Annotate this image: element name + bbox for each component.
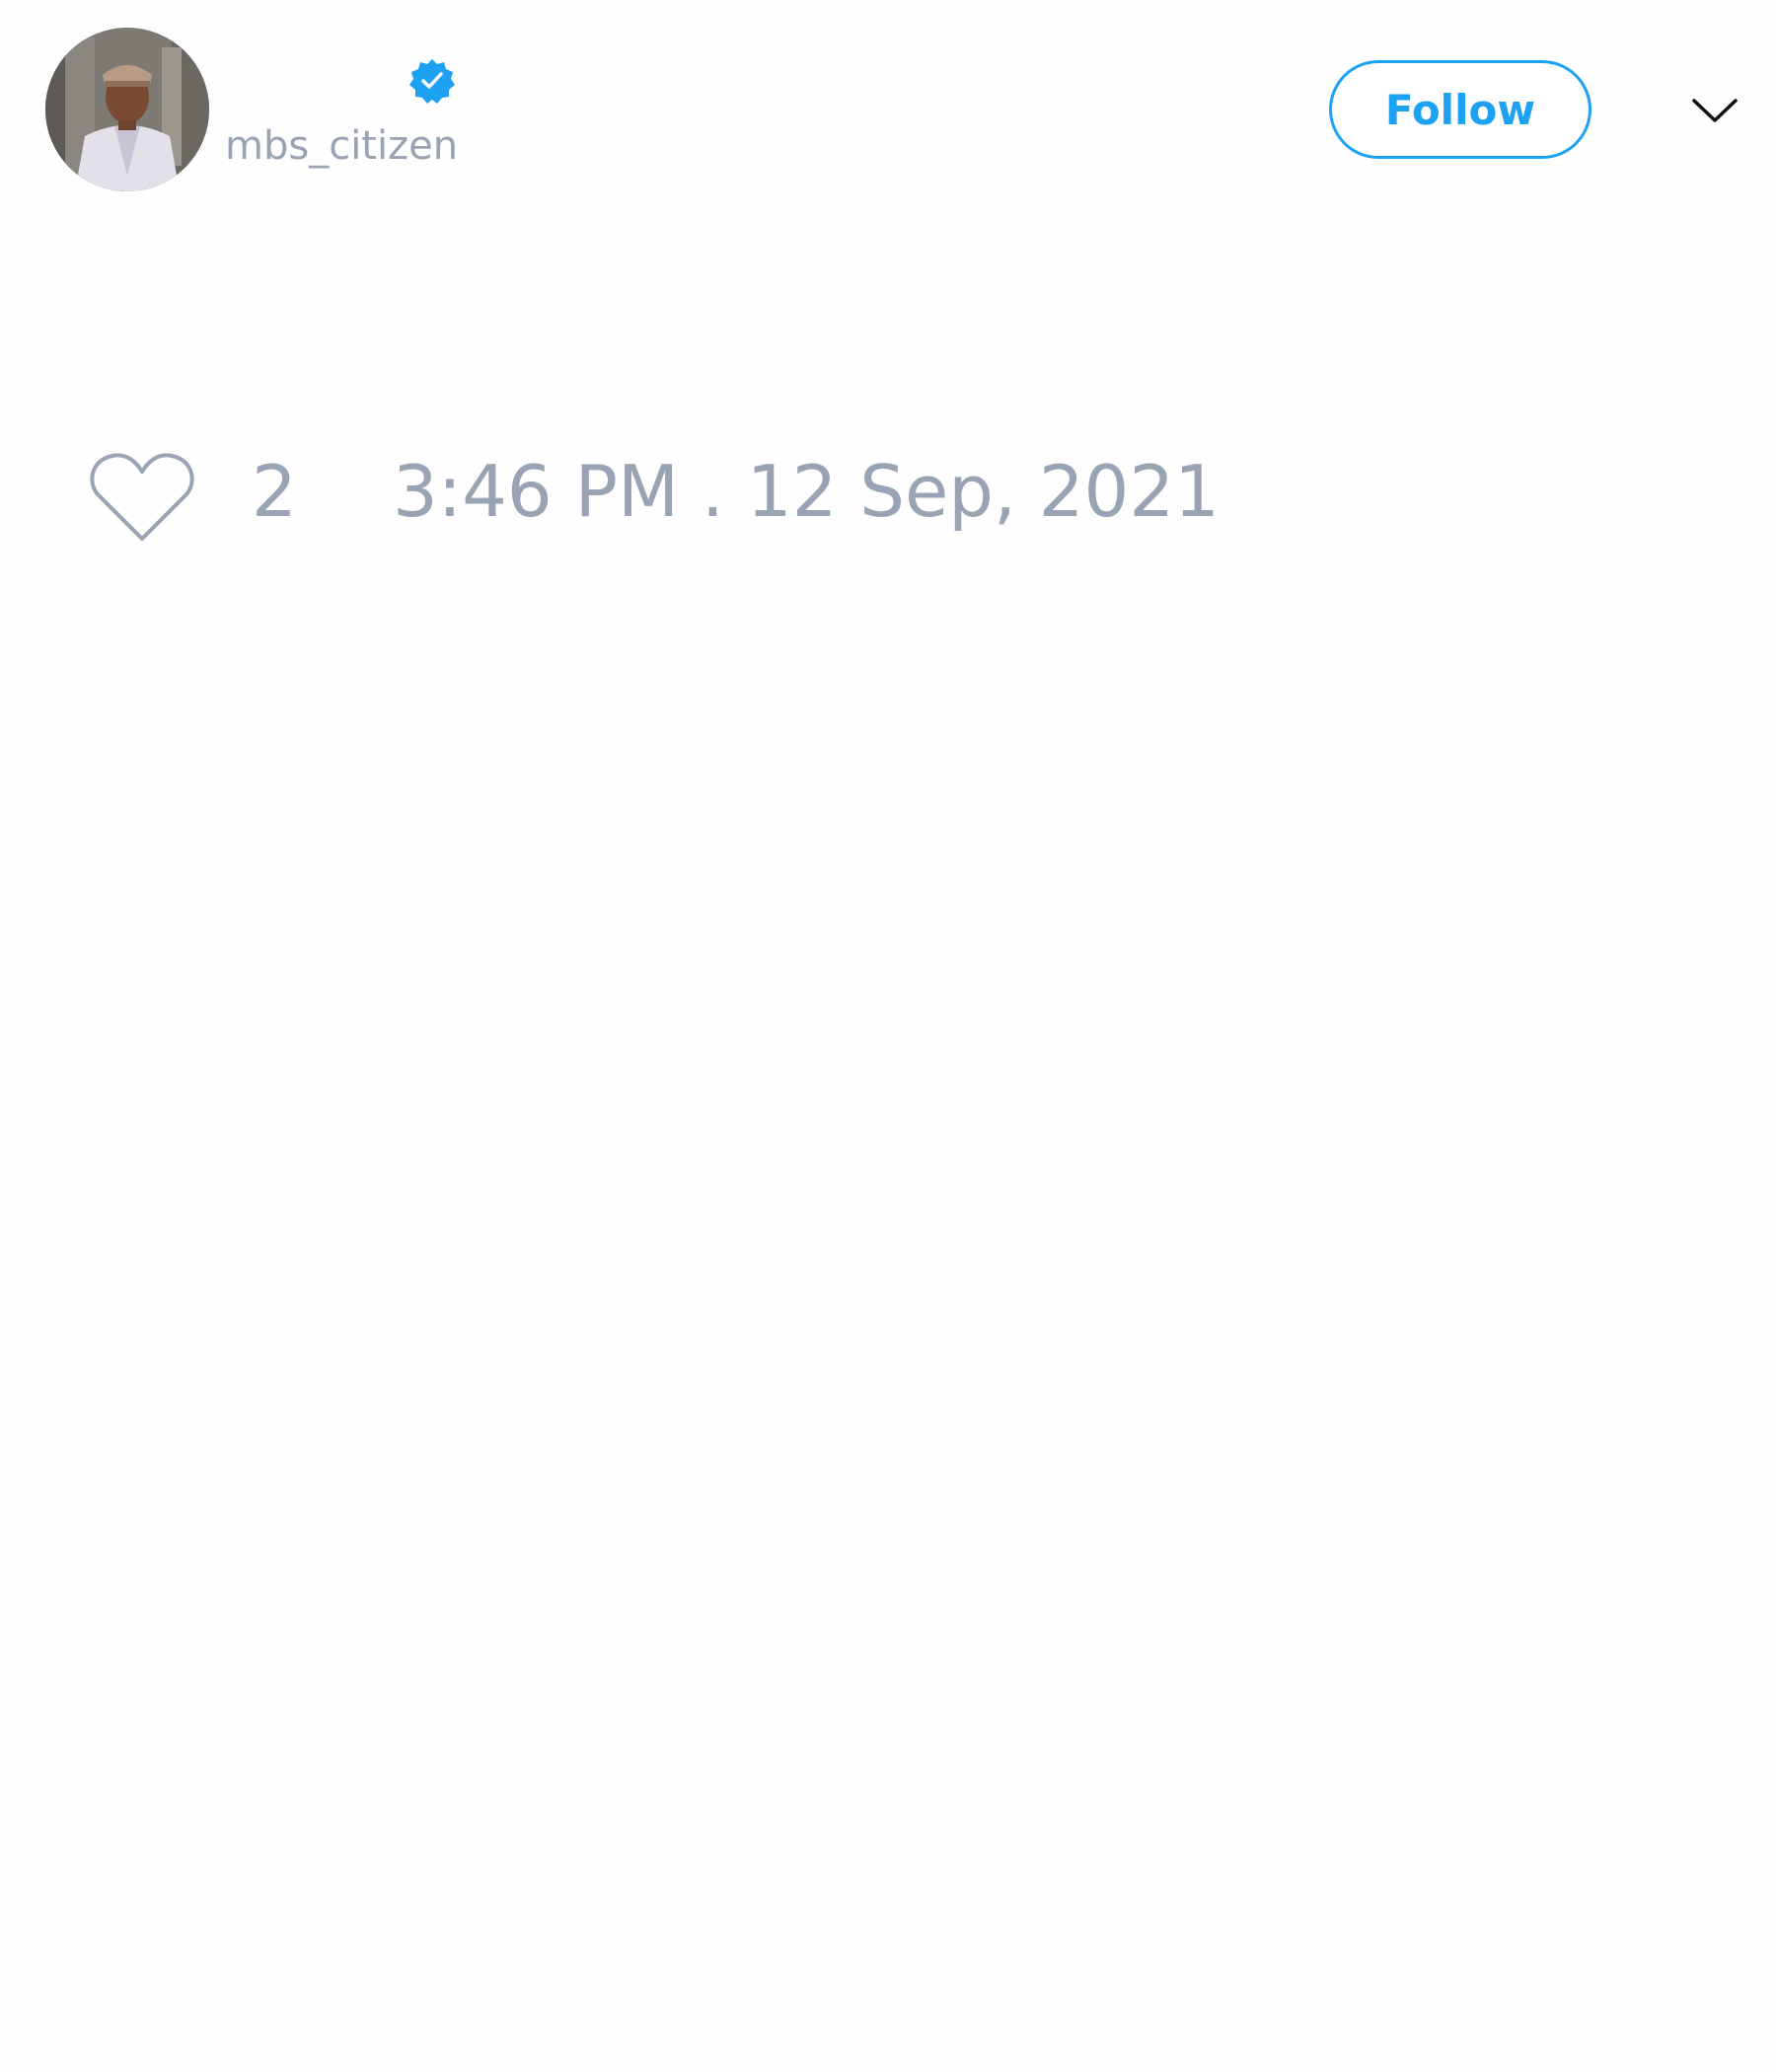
chevron-down-icon[interactable]	[1690, 91, 1739, 130]
heart-icon[interactable]	[89, 448, 195, 545]
follow-button[interactable]: Follow	[1329, 60, 1591, 159]
verified-badge-icon	[409, 59, 455, 104]
tweet-embed: mbs_citizen Follow 2 3:46 PM . 12 Sep, 2…	[0, 0, 1776, 2072]
tweet-timestamp[interactable]: 3:46 PM . 12 Sep, 2021	[393, 456, 1220, 527]
author-handle[interactable]: mbs_citizen	[225, 126, 458, 166]
like-count: 2	[252, 450, 297, 533]
tweet-meta-row: 2 3:46 PM . 12 Sep, 2021	[89, 442, 1470, 551]
user-avatar-image	[45, 28, 209, 191]
avatar[interactable]	[45, 28, 209, 191]
